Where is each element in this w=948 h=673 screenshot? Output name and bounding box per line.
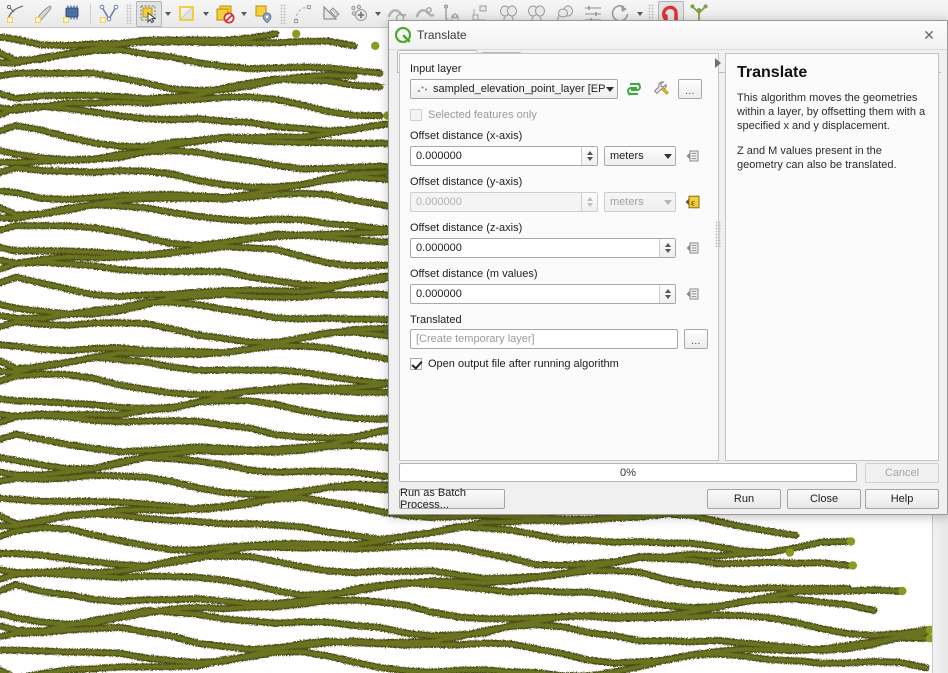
offset-x-input[interactable]: 0.000000 (410, 146, 598, 166)
dialog-titlebar[interactable]: Translate ✕ (389, 21, 947, 50)
input-layer-label: Input layer (410, 63, 462, 75)
run-as-batch-button[interactable]: Run as Batch Process... (399, 487, 505, 511)
close-icon[interactable]: ✕ (917, 24, 941, 46)
offset-m-value: 0.000000 (416, 288, 462, 300)
offset-z-input[interactable]: 0.000000 (410, 238, 676, 258)
offset-x-label: Offset distance (x-axis) (410, 130, 523, 142)
help-button[interactable]: Help (865, 489, 939, 509)
progress-bar: 0% (399, 463, 857, 482)
parameters-panel: Input layer sampled_elevation_point_laye… (399, 53, 719, 461)
offset-z-stepper[interactable] (659, 239, 675, 257)
offset-y-stepper (581, 193, 597, 211)
translated-row: [Create temporary layer] … (410, 329, 708, 349)
toolbar-separator (90, 3, 91, 24)
iterate-over-features-icon[interactable] (623, 78, 645, 100)
offset-x-unit-combo[interactable]: meters (604, 146, 676, 166)
toolbar-drag-handle[interactable] (126, 3, 132, 24)
offset-y-label: Offset distance (y-axis) (410, 176, 523, 188)
offset-m-stepper[interactable] (659, 285, 675, 303)
input-layer-combo[interactable]: sampled_elevation_point_layer [EPSG:3 (410, 79, 618, 99)
offset-m-row: 0.000000 (410, 283, 708, 305)
data-defined-override-icon[interactable] (681, 283, 703, 305)
identify-features-icon[interactable] (250, 1, 276, 27)
open-output-row: Open output file after running algorithm (410, 358, 708, 370)
data-defined-override-icon[interactable] (681, 145, 703, 167)
translated-browse-button[interactable]: … (684, 329, 708, 349)
offset-z-row: 0.000000 (410, 237, 708, 259)
data-defined-override-icon[interactable] (681, 237, 703, 259)
offset-z-value: 0.000000 (416, 242, 462, 254)
offset-y-unit-value: meters (610, 196, 644, 208)
close-button[interactable]: Close (787, 489, 861, 509)
offset-m-input[interactable]: 0.000000 (410, 284, 676, 304)
chevron-down-icon (606, 86, 614, 92)
selected-features-only-row: Selected features only (410, 109, 708, 121)
advanced-options-wrench-icon[interactable] (650, 78, 672, 100)
input-layer-row: sampled_elevation_point_layer [EPSG:3 … (410, 78, 708, 100)
offset-x-row: 0.000000 meters (410, 145, 708, 167)
offset-y-row: 0.000000 meters ε (410, 191, 708, 213)
open-output-label: Open output file after running algorithm (428, 358, 619, 370)
offset-y-value: 0.000000 (416, 196, 462, 208)
dialog-title: Translate (417, 28, 467, 42)
offset-y-unit-combo: meters (604, 192, 676, 212)
add-point-feature-icon[interactable] (346, 1, 372, 27)
collapse-panel-arrow-icon[interactable] (713, 57, 723, 69)
panel-splitter-handle[interactable] (715, 221, 721, 247)
toolbar-drag-handle-2[interactable] (280, 3, 286, 24)
offset-x-stepper[interactable] (581, 147, 597, 165)
offset-z-label: Offset distance (z-axis) (410, 222, 523, 234)
help-paragraph-1: This algorithm moves the geometries with… (737, 92, 926, 132)
add-vector-tile-layer-icon[interactable] (31, 1, 57, 27)
help-panel: Translate This algorithm moves the geome… (725, 53, 939, 461)
deselect-dropdown-arrow-icon[interactable] (200, 2, 211, 26)
translate-dialog: Translate ✕ Parameters Log Input layer s… (388, 20, 948, 515)
select-dropdown-arrow-icon[interactable] (162, 2, 173, 26)
deselect-features-icon[interactable] (174, 1, 200, 27)
input-layer-value: sampled_elevation_point_layer [EPSG:3 (433, 83, 606, 95)
cancel-button[interactable]: Cancel (865, 463, 939, 483)
selected-features-only-label: Selected features only (428, 109, 537, 121)
offset-x-value: 0.000000 (416, 150, 462, 162)
measure-line-icon[interactable] (318, 1, 344, 27)
run-button[interactable]: Run (707, 489, 781, 509)
add-mesh-layer-icon[interactable] (59, 1, 85, 27)
help-title: Translate (737, 64, 808, 81)
chevron-down-icon (664, 153, 672, 159)
selected-features-only-checkbox[interactable] (410, 109, 422, 121)
open-output-checkbox[interactable] (410, 358, 422, 370)
translated-output-input[interactable]: [Create temporary layer] (410, 329, 678, 349)
select-features-icon[interactable] (136, 0, 162, 27)
data-defined-override-expression-icon[interactable]: ε (681, 191, 703, 213)
chevron-down-icon (664, 199, 672, 205)
offset-x-unit-value: meters (610, 150, 644, 162)
select-by-value-icon[interactable] (212, 1, 238, 27)
offset-y-input: 0.000000 (410, 192, 598, 212)
add-virtual-layer-icon[interactable] (96, 1, 122, 27)
digitize-curve-icon[interactable] (290, 1, 316, 27)
svg-text:ε: ε (691, 198, 695, 208)
add-wms-layer-icon[interactable] (3, 1, 29, 27)
select-by-value-dropdown-arrow-icon[interactable] (238, 2, 249, 26)
offset-m-label: Offset distance (m values) (410, 268, 538, 280)
input-layer-browse-button[interactable]: … (678, 79, 702, 99)
translated-label: Translated (410, 314, 462, 326)
point-layer-icon (416, 83, 429, 96)
translated-output-placeholder: [Create temporary layer] (416, 333, 535, 345)
help-paragraph-2: Z and M values present in the geometry c… (737, 145, 897, 171)
qgis-logo-icon (394, 26, 412, 44)
add-point-dropdown-arrow-icon[interactable] (372, 2, 383, 26)
